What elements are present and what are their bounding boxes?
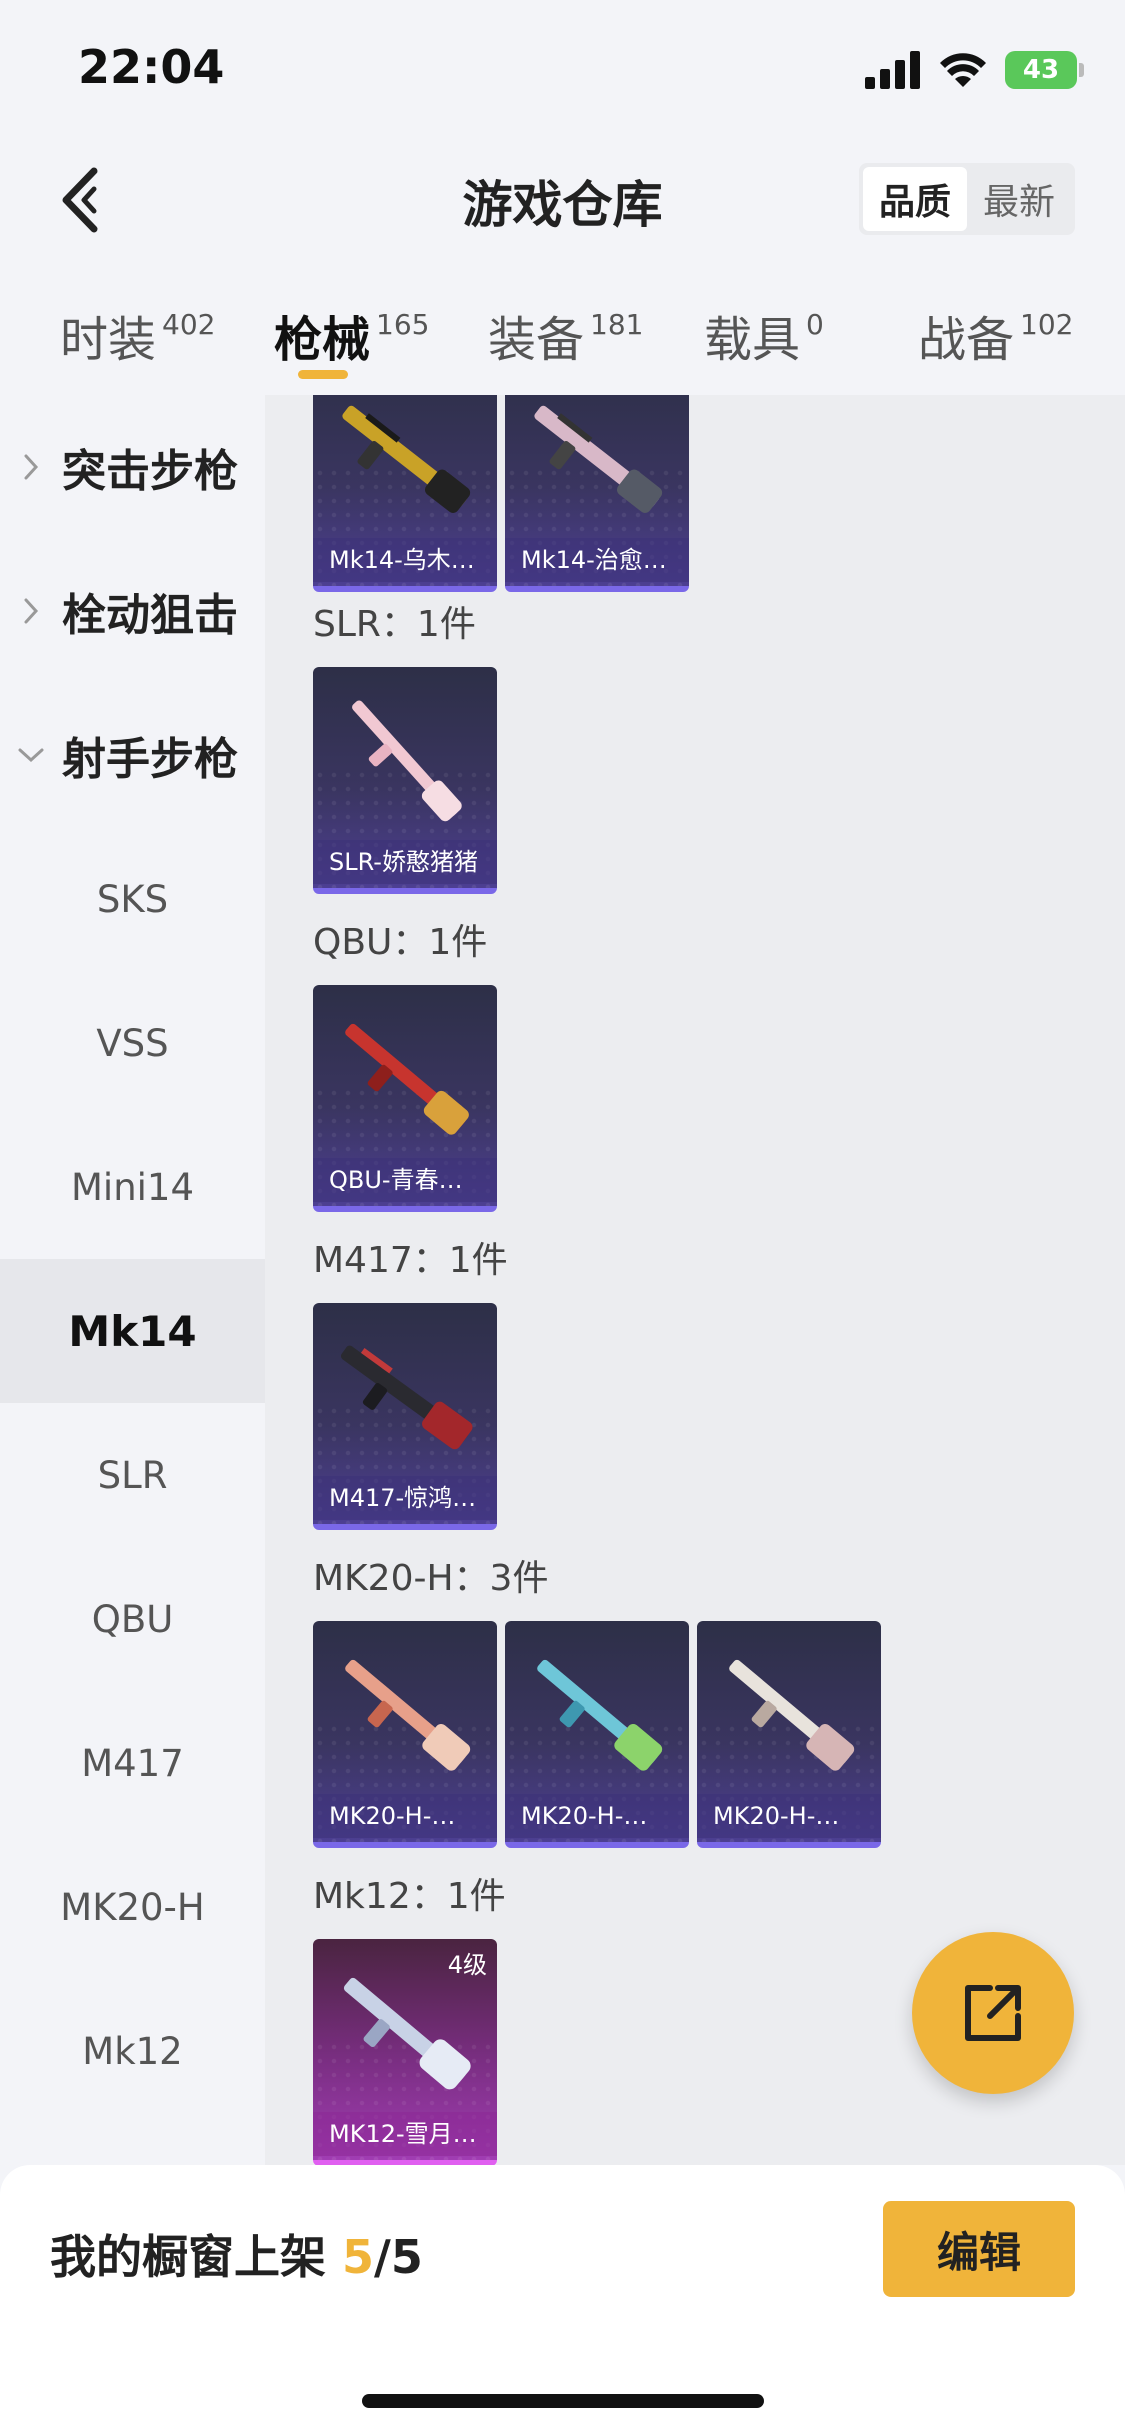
tab-supplies[interactable]: 战备 102: [918, 300, 1073, 370]
rifle-icon: [729, 1659, 855, 1771]
section-label-qbu: QBU：1件: [313, 922, 488, 963]
sidebar-group-assault-rifles[interactable]: 突击步枪: [0, 395, 265, 539]
item-name: QBU-青春…: [313, 1158, 497, 1202]
tab-label: 战备: [918, 312, 1015, 368]
rifle-icon: [537, 1659, 663, 1771]
item-name: MK20-H-…: [313, 1794, 497, 1838]
tab-fashion[interactable]: 时装 402: [60, 300, 215, 370]
item-name: Mk14-乌木…: [313, 538, 497, 582]
sidebar-item-qbu[interactable]: QBU: [0, 1547, 265, 1691]
tab-count: 165: [376, 308, 430, 341]
sidebar-group-label: 突击步枪: [62, 446, 238, 497]
item-card[interactable]: QBU-青春…: [313, 985, 497, 1212]
tab-count: 181: [590, 308, 644, 341]
share-button[interactable]: [912, 1932, 1074, 2094]
sort-option-quality[interactable]: 品质: [863, 167, 967, 231]
tab-equipment[interactable]: 装备 181: [488, 300, 643, 370]
category-tabs: 时装 402 枪械 165 装备 181 载具 0 战备 102: [0, 270, 1125, 395]
item-card[interactable]: M417-惊鸿…: [313, 1303, 497, 1530]
item-card[interactable]: MK20-H-…: [505, 1621, 689, 1848]
item-card[interactable]: Mk14-治愈…: [505, 395, 689, 592]
sidebar-item-sks[interactable]: SKS: [0, 827, 265, 971]
sort-toggle: 品质 最新: [859, 163, 1075, 235]
status-time: 22:04: [78, 40, 225, 94]
sidebar: 突击步枪 栓动狙击 射手步枪 SKS VSS Mini14 Mk14 SLR Q…: [0, 395, 265, 2165]
sidebar-item-slr[interactable]: SLR: [0, 1403, 265, 1547]
status-icons: 43: [865, 48, 1084, 92]
sidebar-group-label: 射手步枪: [62, 734, 238, 785]
section-label-mk12: Mk12：1件: [313, 1876, 506, 1917]
item-name: SLR-娇憨猪猪: [313, 840, 497, 884]
status-bar: 22:04 43: [0, 0, 1125, 135]
rifle-icon: [342, 405, 471, 513]
sidebar-item-mk12[interactable]: Mk12: [0, 1979, 265, 2123]
rifle-icon: [352, 700, 462, 822]
item-name: MK12-雪月…: [313, 2112, 497, 2156]
home-indicator[interactable]: [362, 2394, 764, 2408]
share-icon: [965, 1985, 1021, 2041]
shelf-count: 5: [342, 2230, 375, 2284]
tab-label: 枪械: [274, 312, 371, 368]
shelf-label: 我的橱窗上架: [50, 2230, 326, 2284]
tab-guns[interactable]: 枪械 165: [274, 300, 429, 370]
sidebar-group-dmr[interactable]: 射手步枪: [0, 683, 265, 827]
item-name: MK20-H-…: [697, 1794, 881, 1838]
tab-count: 102: [1020, 308, 1074, 341]
item-name: MK20-H-…: [505, 1794, 689, 1838]
battery-icon: 43: [1005, 51, 1084, 89]
item-card[interactable]: Mk14-乌木…: [313, 395, 497, 592]
header: 游戏仓库 品质 最新: [0, 135, 1125, 265]
sidebar-item-vss[interactable]: VSS: [0, 971, 265, 1115]
section-label-m417: M417：1件: [313, 1240, 508, 1281]
rifle-icon: [340, 1345, 473, 1450]
shelf-total: /5: [374, 2230, 423, 2284]
sidebar-item-m417[interactable]: M417: [0, 1691, 265, 1835]
shelf-status: 我的橱窗上架 5/5: [50, 2221, 423, 2287]
sidebar-group-bolt-snipers[interactable]: 栓动狙击: [0, 539, 265, 683]
sidebar-item-mk14[interactable]: Mk14: [0, 1259, 265, 1403]
section-label-mk20h: MK20-H：3件: [313, 1558, 549, 1599]
rifle-icon: [345, 1023, 469, 1135]
item-list[interactable]: Mk14-乌木… Mk14-治愈… SLR：1件 SLR-娇憨猪猪 QBU：1件: [265, 395, 1125, 2165]
tab-label: 载具: [704, 312, 801, 368]
rifle-icon: [343, 1977, 471, 2090]
tab-count: 0: [806, 308, 824, 341]
signal-icon: [865, 51, 920, 89]
item-name: M417-惊鸿…: [313, 1476, 497, 1520]
item-card[interactable]: 4级 MK12-雪月…: [313, 1939, 497, 2165]
item-card[interactable]: SLR-娇憨猪猪: [313, 667, 497, 894]
item-name: Mk14-治愈…: [505, 538, 689, 582]
item-card[interactable]: MK20-H-…: [697, 1621, 881, 1848]
chevron-right-icon: [24, 454, 39, 480]
battery-level: 43: [1022, 55, 1060, 85]
section-label-slr: SLR：1件: [313, 604, 476, 645]
tab-label: 时装: [60, 312, 157, 368]
wifi-icon: [940, 53, 986, 87]
sidebar-item-mk20h[interactable]: MK20-H: [0, 1835, 265, 1979]
rifle-icon: [345, 1659, 471, 1771]
sort-option-newest[interactable]: 最新: [967, 167, 1071, 231]
tab-vehicles[interactable]: 载具 0: [704, 300, 824, 370]
tab-count: 402: [162, 308, 216, 341]
edit-button[interactable]: 编辑: [883, 2201, 1075, 2297]
sidebar-item-mini14[interactable]: Mini14: [0, 1115, 265, 1259]
item-card[interactable]: MK20-H-…: [313, 1621, 497, 1848]
chevron-down-icon: [18, 748, 44, 763]
active-tab-indicator: [298, 370, 348, 379]
chevron-right-icon: [24, 598, 39, 624]
tab-label: 装备: [488, 312, 585, 368]
rifle-icon: [534, 405, 663, 513]
sidebar-group-label: 栓动狙击: [62, 590, 238, 641]
